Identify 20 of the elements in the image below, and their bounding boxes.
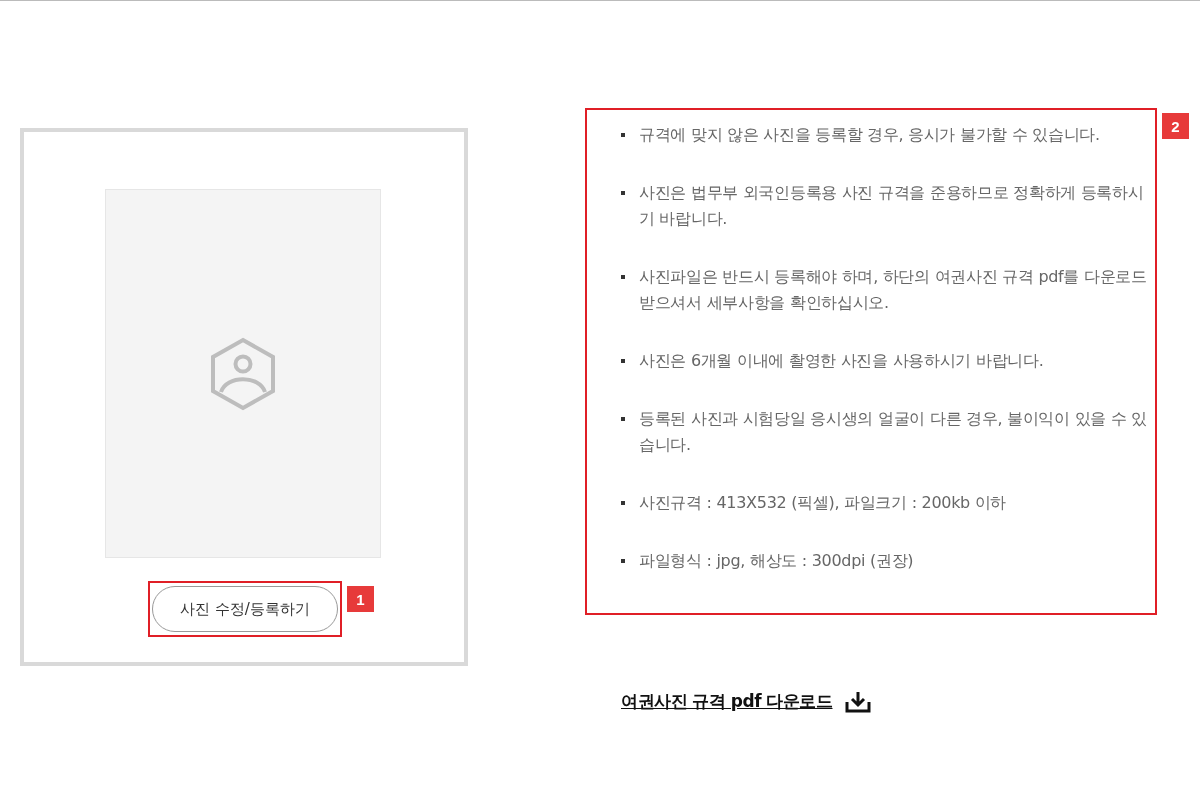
bullet-icon: [621, 417, 625, 421]
bullet-icon: [621, 133, 625, 137]
guide-text: 사진파일은 반드시 등록해야 하며, 하단의 여권사진 규격 pdf를 다운로드 받으셔서 세부사항을 확인하십시오.: [639, 266, 1147, 314]
bullet-icon: [621, 501, 625, 505]
annotation-badge: 2: [1162, 113, 1189, 139]
guide-text: 규격에 맞지 않은 사진을 등록할 경우, 응시가 불가할 수 있습니다.: [639, 124, 1100, 146]
bullet-icon: [621, 559, 625, 563]
photo-edit-button[interactable]: 사진 수정/등록하기: [152, 586, 338, 632]
download-icon: [844, 690, 871, 713]
guide-text: 사진규격 : 413X532 (픽셀), 파일크기 : 200kb 이하: [639, 492, 1007, 514]
bullet-icon: [621, 191, 625, 195]
download-link[interactable]: 여권사진 규격 pdf 다운로드: [621, 690, 871, 713]
guide-text: 파일형식 : jpg, 해상도 : 300dpi (권장): [639, 550, 914, 572]
guide-text: 사진은 6개월 이내에 촬영한 사진을 사용하시기 바랍니다.: [639, 350, 1044, 372]
guide-text: 등록된 사진과 시험당일 응시생의 얼굴이 다른 경우, 불이익이 있을 수 있습니다.: [639, 408, 1147, 456]
bullet-icon: [621, 359, 625, 363]
guide-text: 사진은 법무부 외국인등록용 사진 규격을 준용하므로 정확하게 등록하시기 바랍니다.: [639, 182, 1145, 230]
profile-icon: [210, 336, 276, 411]
bullet-icon: [621, 275, 625, 279]
annotation-badge: 1: [347, 586, 374, 612]
